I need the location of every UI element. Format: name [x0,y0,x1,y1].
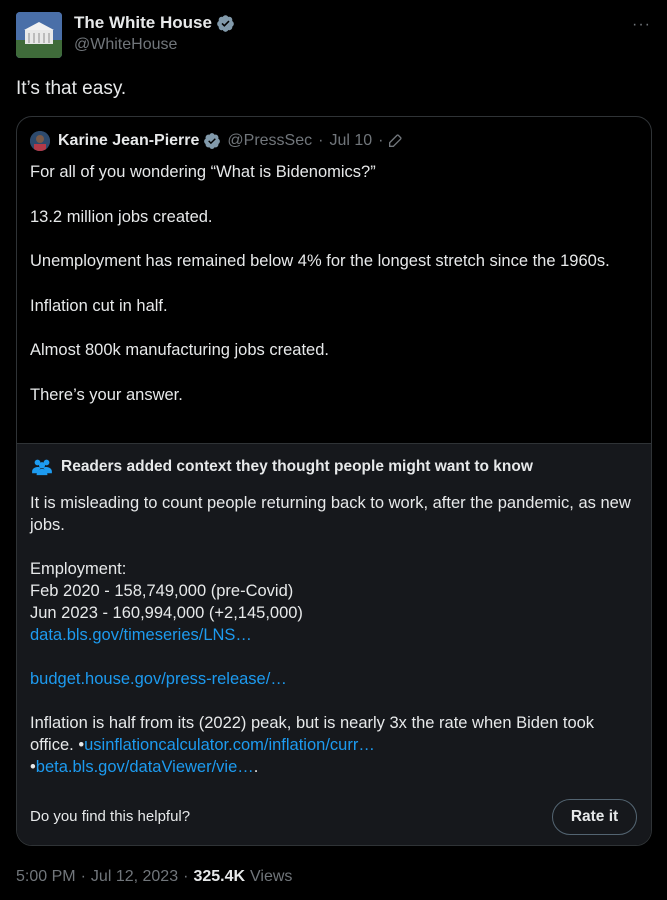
employment-label: Employment: [30,560,127,578]
source-link-bls-dataviewer[interactable]: beta.bls.gov/dataViewer/vie… [36,758,254,776]
more-options-icon[interactable]: ··· [632,16,651,34]
views-count: 325.4K [193,868,246,885]
white-house-avatar[interactable] [16,12,62,58]
edited-pencil-icon [389,134,403,147]
author-handle[interactable]: @WhiteHouse [74,36,177,54]
quoted-author-name[interactable]: Karine Jean-Pierre [58,132,199,150]
community-note-title: Readers added context they thought peopl… [61,458,533,475]
note-intro: It is misleading to count people returni… [30,494,631,534]
tweet-footer: 5:00 PM · Jul 12, 2023 · 325.4K Views [16,868,292,886]
meta-separator: · [378,132,384,149]
meta-separator: · [318,132,324,149]
quoted-line: Inflation cut in half. [30,296,168,315]
meta-separator: · [183,868,189,885]
community-note-body: It is misleading to count people returni… [30,492,640,778]
tweet-time[interactable]: 5:00 PM [16,868,76,886]
verified-badge-icon [204,133,221,149]
views-label: Views [250,868,293,885]
quoted-line: 13.2 million jobs created. [30,207,213,226]
press-sec-avatar [30,131,50,151]
employment-line: Feb 2020 - 158,749,000 (pre-Covid) [30,582,294,600]
community-note: Readers added context they thought peopl… [17,443,651,845]
helpful-prompt: Do you find this helpful? [30,808,191,825]
author-name[interactable]: The White House [74,13,212,33]
tweet-header: The White House @WhiteHouse ··· [16,12,651,62]
quoted-line: Unemployment has remained below 4% for t… [30,252,610,270]
meta-separator: · [80,868,86,885]
tweet-date[interactable]: Jul 12, 2023 [91,868,178,886]
quoted-line: Almost 800k manufacturing jobs created. [30,341,329,359]
employment-line: Jun 2023 - 160,994,000 (+2,145,000) [30,604,303,622]
quoted-line: For all of you wondering “What is Bideno… [30,163,376,181]
rate-it-button[interactable]: Rate it [552,799,637,835]
source-link-inflation-calculator[interactable]: usinflationcalculator.com/inflation/curr… [84,736,375,754]
quoted-tweet-header: Karine Jean-Pierre @PressSec · Jul 10 · [30,131,403,151]
verified-badge-icon [217,14,234,32]
quoted-tweet-body: For all of you wondering “What is Bideno… [30,161,630,428]
quoted-author-handle[interactable]: @PressSec [227,132,312,150]
author-name-row: The White House [74,13,235,33]
quoted-line: There’s your answer. [30,385,183,404]
community-note-header: Readers added context they thought peopl… [31,458,533,476]
people-icon [32,459,52,476]
trailing-period: . [253,758,259,776]
source-link-bls-timeseries[interactable]: data.bls.gov/timeseries/LNS… [30,626,252,644]
quoted-tweet[interactable]: Karine Jean-Pierre @PressSec · Jul 10 · … [16,116,652,846]
tweet-text: It’s that easy. [16,78,127,99]
source-link-budget-house[interactable]: budget.house.gov/press-release/… [30,670,287,688]
quoted-tweet-date[interactable]: Jul 10 [329,132,372,150]
